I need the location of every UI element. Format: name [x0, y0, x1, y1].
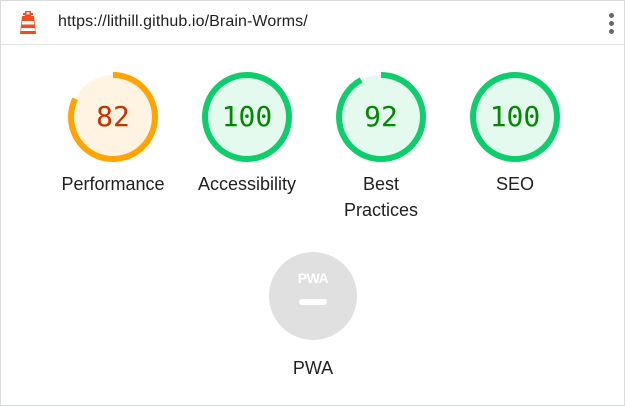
gauge-score: 92: [364, 100, 398, 133]
gauge-score: 82: [96, 100, 130, 133]
score-gauge: 100: [470, 72, 560, 162]
score-gauge: 100: [202, 72, 292, 162]
gauge-score: 100: [490, 100, 541, 133]
gauge-label: Accessibility: [197, 174, 297, 194]
gauge-score: 100: [222, 100, 273, 133]
page-url[interactable]: https://lithill.github.io/Brain-Worms/: [58, 13, 308, 31]
gauge-accessibility[interactable]: 100 Accessibility: [187, 72, 307, 197]
gauge-label: Best Practices: [343, 174, 419, 220]
score-gauge: 82: [68, 72, 158, 162]
report-card: https://lithill.github.io/Brain-Worms/ 8…: [0, 0, 625, 406]
lighthouse-icon: [20, 11, 36, 34]
gauge-label: PWA: [292, 358, 334, 378]
pwa-badge-text: PWA: [298, 270, 329, 286]
gauge-best-practices[interactable]: 92 Best Practices: [321, 72, 441, 223]
gauge-label: SEO: [495, 174, 534, 194]
gauge-seo[interactable]: 100 SEO: [455, 72, 575, 197]
gauge-pwa[interactable]: PWA PWA: [253, 251, 373, 381]
more-vertical-icon[interactable]: [604, 11, 618, 37]
score-gauge: 92: [336, 72, 426, 162]
gauge-label: Performance: [61, 174, 165, 194]
gauge-performance[interactable]: 82 Performance: [53, 72, 173, 197]
pwa-badge-icon: PWA: [269, 252, 357, 340]
report-header: https://lithill.github.io/Brain-Worms/: [1, 1, 624, 45]
